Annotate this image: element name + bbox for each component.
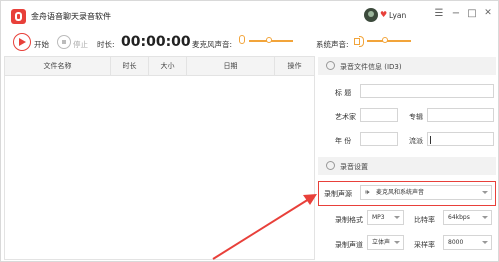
arrow-shaft (212, 198, 310, 260)
arrow-head (303, 194, 317, 205)
annotation-arrow (212, 194, 317, 260)
app-window: 金舟语音聊天录音软件 ♥ Lyan ☰ − □ ✕ 开始 停止 时长: 00:0… (0, 0, 499, 262)
